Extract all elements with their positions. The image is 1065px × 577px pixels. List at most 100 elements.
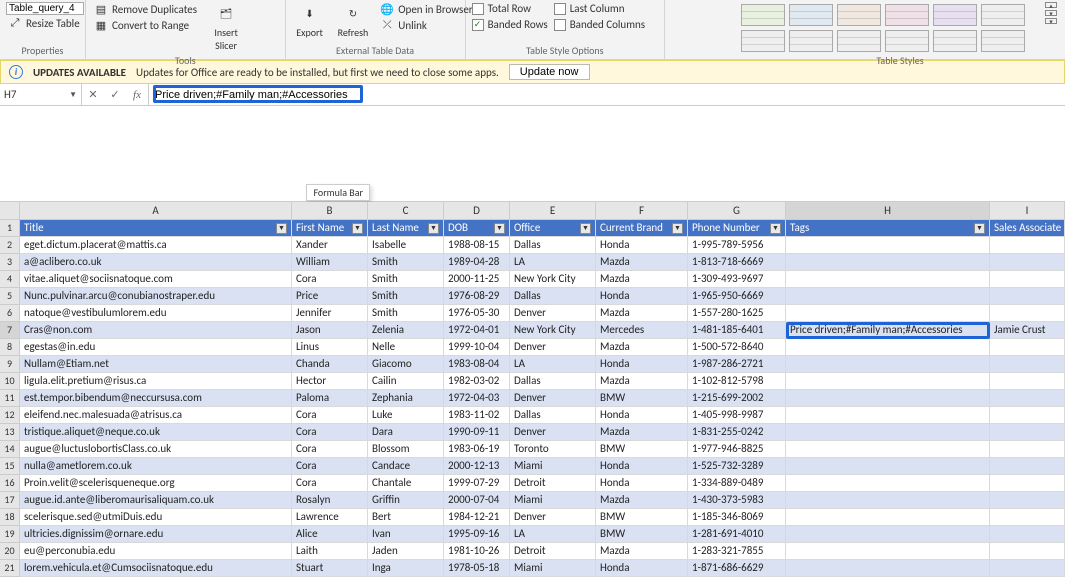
filter-icon[interactable]: ▼ [276,223,287,234]
cell[interactable] [990,390,1065,407]
cell[interactable]: Ivan [368,526,444,543]
cell[interactable]: Smith [368,305,444,322]
row-header[interactable]: 7 [0,322,20,339]
row-header[interactable]: 21 [0,560,20,577]
cell[interactable]: Honda [596,560,688,577]
cell[interactable] [786,509,990,526]
cell[interactable]: Hector [292,373,368,390]
cell[interactable]: 1976-08-29 [444,288,510,305]
cell[interactable]: Toronto [510,441,596,458]
cell[interactable]: 1984-12-21 [444,509,510,526]
refresh-button[interactable]: ↻Refresh [334,2,373,39]
col-header[interactable]: C [368,202,444,219]
cell[interactable] [990,509,1065,526]
cell[interactable]: Honda [596,237,688,254]
cell[interactable]: nulla@ametlorem.co.uk [20,458,292,475]
cell[interactable]: Chanda [292,356,368,373]
banded-columns-checkbox[interactable]: Banded Columns [554,18,645,31]
cell[interactable]: Smith [368,254,444,271]
cell[interactable]: Detroit [510,475,596,492]
cell[interactable]: Dallas [510,288,596,305]
cell[interactable]: Lawrence [292,509,368,526]
cell[interactable]: 1981-10-26 [444,543,510,560]
row-header[interactable]: 19 [0,526,20,543]
cell[interactable] [990,254,1065,271]
cell[interactable] [990,237,1065,254]
cancel-formula-button[interactable]: ✕ [82,88,104,101]
cell[interactable]: 2000-11-25 [444,271,510,288]
row-header[interactable]: 6 [0,305,20,322]
row-header[interactable]: 18 [0,509,20,526]
cell[interactable] [990,271,1065,288]
cell[interactable]: BMW [596,509,688,526]
cell[interactable]: Nelle [368,339,444,356]
cell[interactable]: Smith [368,271,444,288]
cell[interactable]: 1-525-732-3289 [688,458,786,475]
filter-icon[interactable]: ▼ [352,223,363,234]
cell[interactable]: 1976-05-30 [444,305,510,322]
cell[interactable]: William [292,254,368,271]
cell[interactable] [786,475,990,492]
cell[interactable] [786,492,990,509]
row-header[interactable]: 2 [0,237,20,254]
cell[interactable] [786,373,990,390]
cell[interactable] [990,492,1065,509]
cell[interactable]: lorem.vehicula.et@Cumsociisnatoque.edu [20,560,292,577]
cell[interactable]: Price [292,288,368,305]
cell[interactable]: a@aclibero.co.uk [20,254,292,271]
cell[interactable]: ligula.elit.pretium@risus.ca [20,373,292,390]
col-header[interactable]: G [688,202,786,219]
row-header[interactable]: 16 [0,475,20,492]
cell[interactable]: Zelenia [368,322,444,339]
table-styles-gallery[interactable] [741,2,1037,52]
cell[interactable]: Denver [510,305,596,322]
filter-icon[interactable]: ▼ [672,223,683,234]
cell[interactable]: Luke [368,407,444,424]
cell[interactable]: 1-309-493-9697 [688,271,786,288]
row-header[interactable]: 13 [0,424,20,441]
cell[interactable]: 1978-05-18 [444,560,510,577]
cell[interactable]: Mazda [596,492,688,509]
cell[interactable]: Giacomo [368,356,444,373]
name-box[interactable]: H7▼ [0,84,82,105]
cell[interactable]: Denver [510,339,596,356]
cell[interactable] [990,407,1065,424]
cell[interactable]: Denver [510,509,596,526]
cell[interactable]: 1995-09-16 [444,526,510,543]
col-header[interactable]: D [444,202,510,219]
col-header[interactable]: A [20,202,292,219]
cell[interactable]: 1983-11-02 [444,407,510,424]
cell[interactable]: scelerisque.sed@utmiDuis.edu [20,509,292,526]
cell[interactable]: Linus [292,339,368,356]
banded-rows-checkbox[interactable]: ✓Banded Rows [472,18,548,31]
cell[interactable] [990,441,1065,458]
cell[interactable]: 1999-07-29 [444,475,510,492]
cell[interactable]: Smith [368,288,444,305]
cell[interactable] [990,458,1065,475]
cell[interactable]: Cailin [368,373,444,390]
cell[interactable]: 1-977-946-8825 [688,441,786,458]
cell[interactable]: Jaden [368,543,444,560]
cell[interactable]: Jason [292,322,368,339]
cell[interactable]: Cora [292,458,368,475]
cell[interactable]: 1-283-321-7855 [688,543,786,560]
cell[interactable]: Bert [368,509,444,526]
cell[interactable]: Stuart [292,560,368,577]
cell[interactable] [786,441,990,458]
cell[interactable]: Detroit [510,543,596,560]
cell[interactable]: Cora [292,271,368,288]
cell[interactable]: Honda [596,475,688,492]
cell[interactable]: 1983-06-19 [444,441,510,458]
cell[interactable] [786,390,990,407]
cell[interactable]: LA [510,254,596,271]
table-header[interactable]: Last Name▼ [368,220,444,237]
cell[interactable]: Cora [292,407,368,424]
filter-icon[interactable]: ▼ [770,223,781,234]
cell[interactable]: Dallas [510,373,596,390]
cell[interactable]: augue.id.ante@liberomaurisaliquam.co.uk [20,492,292,509]
cell[interactable] [990,424,1065,441]
cell[interactable]: Blossom [368,441,444,458]
cell[interactable] [786,305,990,322]
cell[interactable]: 1-500-572-8640 [688,339,786,356]
cell[interactable]: Mazda [596,305,688,322]
